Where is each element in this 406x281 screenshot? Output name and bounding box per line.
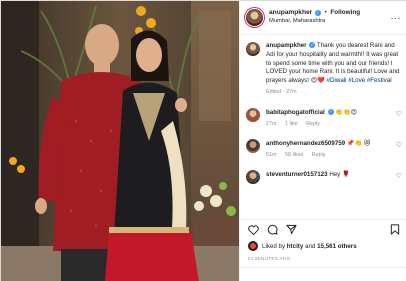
likes-count[interactable]: 15,561 others: [317, 243, 357, 250]
post-timestamp: 51 MINUTES AGO: [248, 256, 291, 261]
comment-avatar[interactable]: [246, 139, 260, 154]
likes-summary[interactable]: Liked by htcity and 15,561 others: [248, 241, 357, 251]
comment-reply-button[interactable]: Reply: [312, 152, 326, 158]
post-location[interactable]: Mumbai, Maharashtra: [269, 18, 387, 26]
verified-badge-icon: ✓: [327, 109, 334, 116]
caption-username[interactable]: anupampkher: [266, 42, 307, 49]
comment-icon[interactable]: [267, 224, 278, 235]
post-actions-bar: [240, 219, 406, 239]
verified-badge-icon: ✓: [314, 9, 321, 16]
following-button[interactable]: Following: [330, 9, 360, 16]
comment-item: anthonyhernandez6509759 📌👏 😻 51m 58 like…: [246, 139, 402, 159]
comment-avatar[interactable]: [246, 170, 260, 185]
comment-username[interactable]: anthonyhernandez6509759: [266, 140, 345, 147]
post-photo[interactable]: [1, 1, 239, 281]
likes-prefix: Liked by: [262, 242, 286, 250]
bookmark-icon[interactable]: [390, 224, 400, 235]
comment-reply-button[interactable]: Reply: [306, 121, 320, 127]
heart-icon[interactable]: [248, 224, 259, 235]
verified-badge-icon: ✓: [309, 42, 316, 49]
comment-like-heart-icon[interactable]: ♡: [396, 141, 402, 149]
caption-avatar[interactable]: [246, 42, 260, 56]
share-icon[interactable]: [286, 224, 297, 235]
comment-time: 51m: [266, 152, 277, 159]
comments-list[interactable]: anupampkher ✓ Thank you dearest Rani and…: [240, 36, 406, 218]
comment-like-heart-icon[interactable]: ♡: [396, 172, 402, 180]
comment-avatar[interactable]: [246, 107, 260, 122]
post-photo-illustration: [1, 1, 239, 281]
add-comment-bar[interactable]: [240, 267, 406, 281]
comment-item: babitaphogatofficial ✓ 👏👏😍 27m 1 like Re…: [246, 107, 402, 128]
post-side-panel: anupampkher ✓ • Following Mumbai, Mahara…: [239, 1, 406, 281]
comment-item: steventurner0157123 Hey 🌹 ♡: [246, 170, 402, 185]
liker-username[interactable]: htcity: [287, 243, 304, 250]
comment-username[interactable]: babitaphogatofficial: [266, 109, 325, 116]
comment-likes[interactable]: 58 likes: [285, 152, 303, 158]
separator-dot: •: [324, 10, 327, 17]
author-avatar[interactable]: [246, 9, 263, 26]
liker-avatar[interactable]: [248, 241, 258, 251]
comment-time: 27m: [266, 120, 277, 127]
comment-like-heart-icon[interactable]: ♡: [396, 110, 402, 118]
comment-text: 📌👏 😻: [346, 140, 371, 148]
instagram-post-modal: anupampkher ✓ • Following Mumbai, Mahara…: [0, 0, 406, 281]
post-caption: anupampkher ✓ Thank you dearest Rani and…: [246, 42, 402, 97]
comment-text: Hey 🌹: [329, 171, 350, 179]
comment-likes[interactable]: 1 like: [285, 121, 298, 127]
caption-hashtags[interactable]: #Diwali #Love #Festival: [327, 77, 392, 84]
author-username[interactable]: anupampkher: [269, 9, 312, 16]
more-options-icon[interactable]: ···: [387, 13, 402, 23]
comment-username[interactable]: steventurner0157123: [266, 171, 328, 178]
post-header: anupampkher ✓ • Following Mumbai, Mahara…: [240, 1, 406, 35]
caption-time: Edited · 27m: [266, 88, 297, 95]
likes-middle: and: [305, 242, 316, 250]
comment-text: 👏👏😍: [335, 108, 358, 116]
